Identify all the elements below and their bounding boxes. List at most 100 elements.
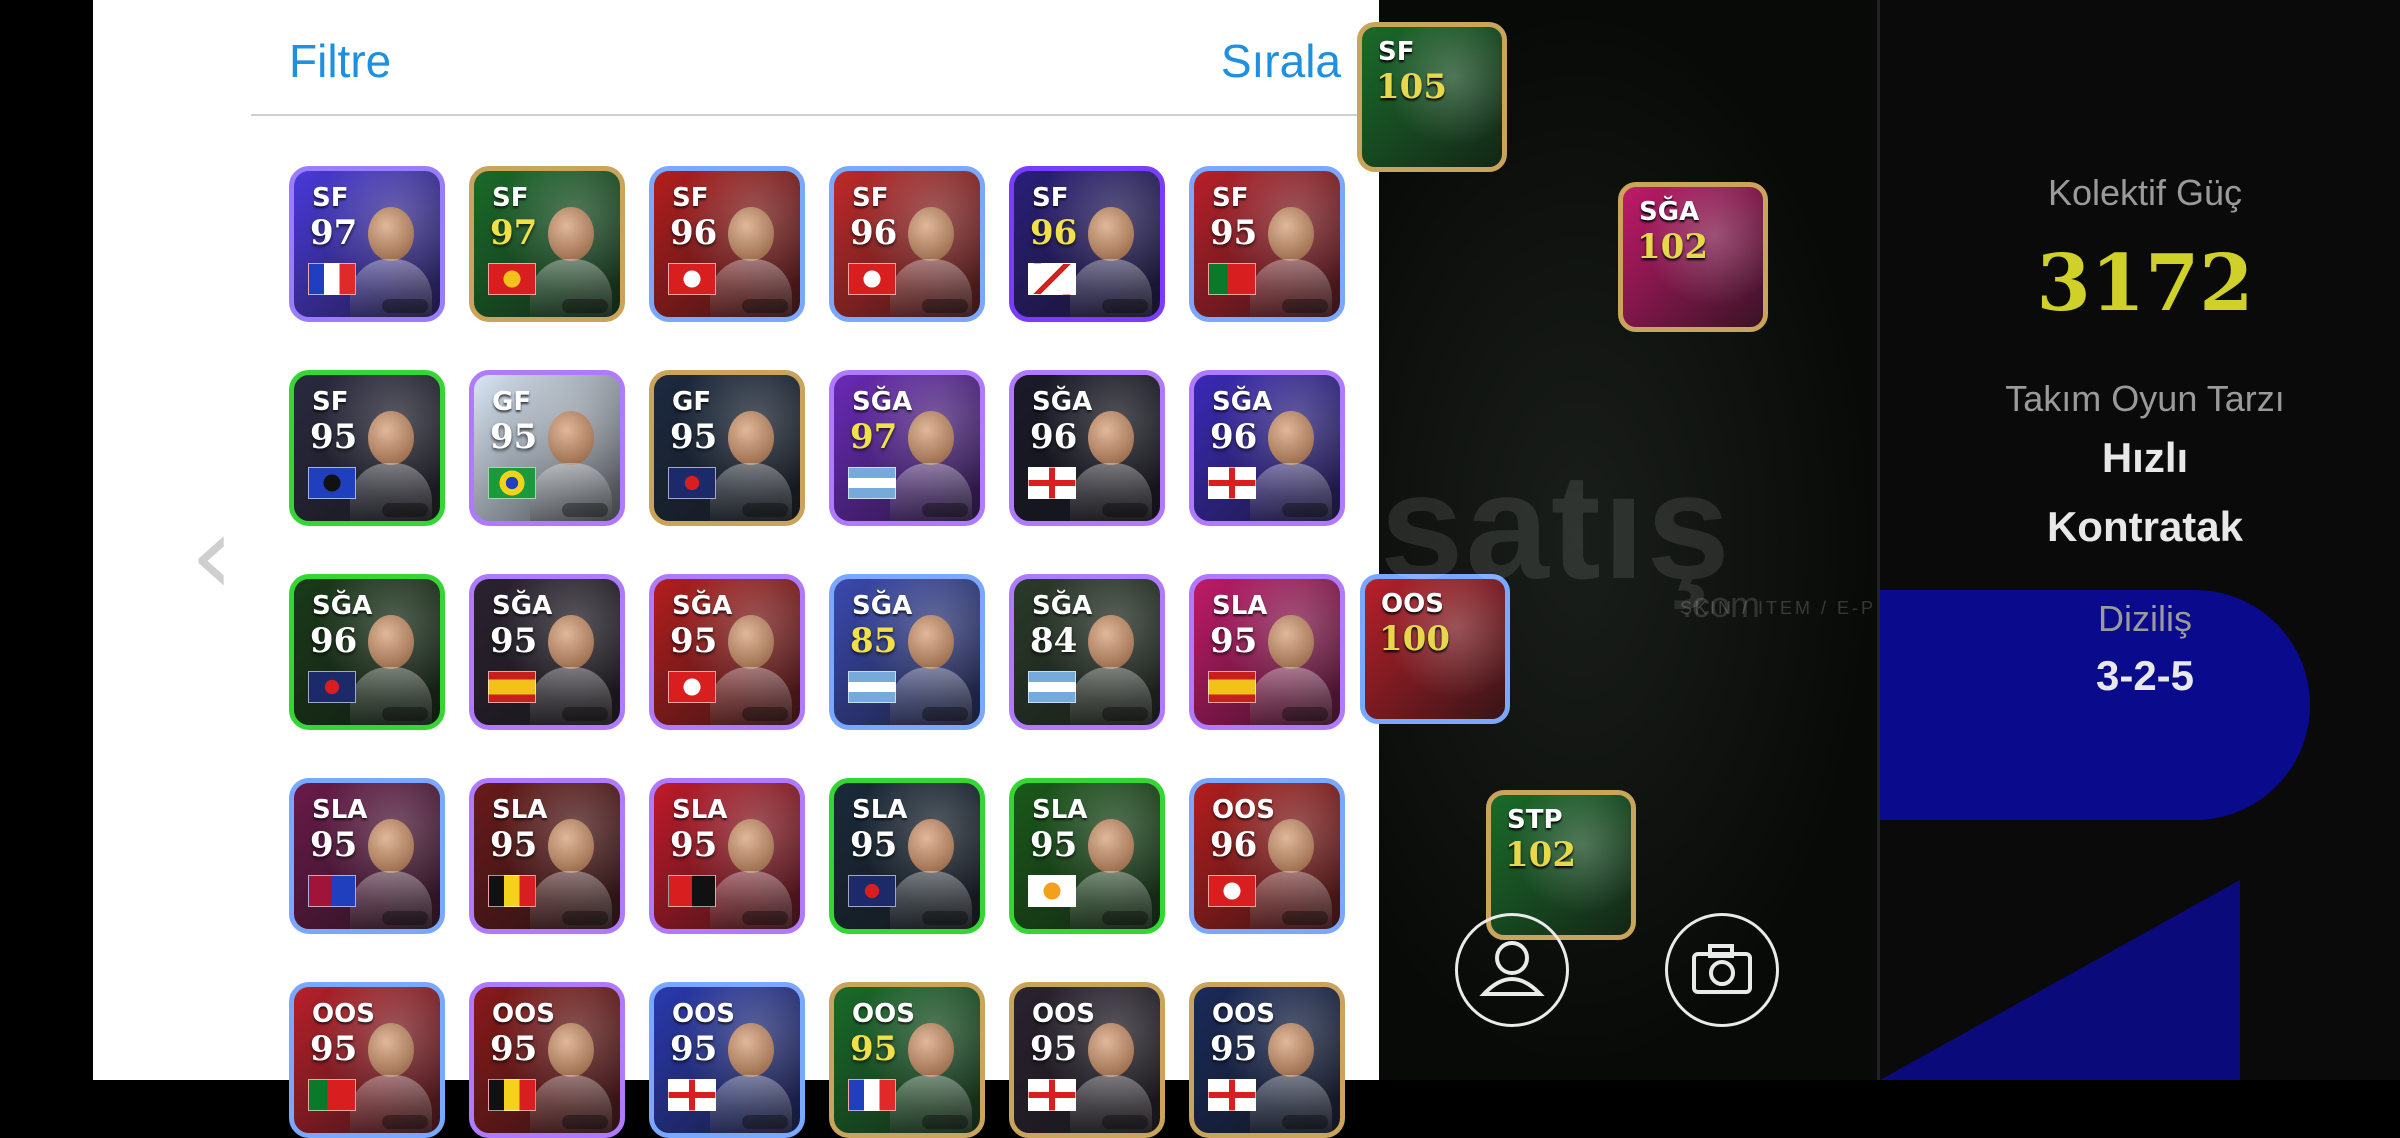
player-card[interactable]: SLA 95 <box>1189 574 1345 730</box>
watermark-logo: satış <box>1380 442 1732 610</box>
card-rating: 95 <box>490 417 538 457</box>
skill-dots <box>1282 503 1328 517</box>
player-card[interactable]: OOS 95 <box>829 982 985 1138</box>
chevron-left-icon[interactable]: ‹ <box>190 500 234 610</box>
card-rating: 95 <box>310 1029 358 1069</box>
flag-icon <box>1208 671 1256 703</box>
flag-icon <box>308 1079 356 1111</box>
skill-dots <box>562 299 608 313</box>
card-rating: 96 <box>1210 417 1258 457</box>
player-card[interactable]: SF 95 <box>1189 166 1345 322</box>
filter-button[interactable]: Filtre <box>289 34 391 88</box>
card-position: SF <box>492 183 529 213</box>
player-card[interactable]: SLA 95 <box>829 778 985 934</box>
flag-icon <box>488 875 536 907</box>
skill-dots <box>382 707 428 721</box>
playstyle-value-1: Hızlı <box>2101 434 2189 481</box>
skill-dots <box>922 707 968 721</box>
card-position: SF <box>312 183 349 213</box>
player-card[interactable]: SĞA 95 <box>469 574 625 730</box>
camera-button[interactable] <box>1665 913 1779 1027</box>
card-position: SĞA <box>312 591 373 621</box>
flag-icon <box>848 875 896 907</box>
flag-icon <box>668 875 716 907</box>
player-card[interactable]: OOS 95 <box>469 982 625 1138</box>
flag-icon <box>488 467 536 499</box>
flag-icon <box>848 467 896 499</box>
player-card[interactable]: SF 96 <box>649 166 805 322</box>
player-card[interactable]: SLA 95 <box>1009 778 1165 934</box>
player-card[interactable]: SF 95 <box>289 370 445 526</box>
card-position: OOS <box>672 999 735 1029</box>
player-card[interactable]: SLA 95 <box>469 778 625 934</box>
skill-dots <box>922 1115 968 1129</box>
card-position: GF <box>672 387 712 417</box>
skill-dots <box>562 707 608 721</box>
card-position: SF <box>672 183 709 213</box>
flag-icon <box>308 875 356 907</box>
card-rating: 84 <box>1030 621 1078 661</box>
player-card[interactable]: SLA 95 <box>649 778 805 934</box>
card-position: SLA <box>492 795 548 825</box>
card-position: SĞA <box>1639 197 1700 227</box>
player-card[interactable]: OOS 95 <box>289 982 445 1138</box>
card-position: OOS <box>312 999 375 1029</box>
flag-icon <box>488 671 536 703</box>
skill-dots <box>742 503 788 517</box>
player-card[interactable]: SF 96 <box>1009 166 1165 322</box>
skill-dots <box>742 299 788 313</box>
flag-icon <box>668 263 716 295</box>
card-rating: 96 <box>310 621 358 661</box>
card-rating: 100 <box>1379 619 1450 659</box>
player-card[interactable]: OOS 95 <box>1009 982 1165 1138</box>
player-card[interactable]: SĞA 97 <box>829 370 985 526</box>
player-card[interactable]: OOS 95 <box>649 982 805 1138</box>
flag-icon <box>308 263 356 295</box>
player-card[interactable]: OOS 95 <box>1189 982 1345 1138</box>
player-card[interactable]: OOS 96 <box>1189 778 1345 934</box>
card-rating: 102 <box>1505 835 1576 875</box>
sort-button[interactable]: Sırala <box>1221 34 1341 88</box>
player-card[interactable]: SĞA 96 <box>1189 370 1345 526</box>
card-rating: 95 <box>490 825 538 865</box>
card-rating: 96 <box>1210 825 1258 865</box>
flag-icon <box>488 263 536 295</box>
player-card[interactable]: SF 97 <box>469 166 625 322</box>
player-card[interactable]: SF 96 <box>829 166 985 322</box>
player-card[interactable]: GF 95 <box>469 370 625 526</box>
player-card[interactable]: SF 97 <box>289 166 445 322</box>
player-card[interactable]: SĞA 95 <box>649 574 805 730</box>
player-card[interactable]: SLA 95 <box>289 778 445 934</box>
playstyle-value-2: Kontratak <box>2046 503 2244 550</box>
squad-player-card[interactable]: SF 105 <box>1357 22 1507 172</box>
player-card[interactable]: SĞA 84 <box>1009 574 1165 730</box>
player-card[interactable]: SĞA 85 <box>829 574 985 730</box>
skill-dots <box>1102 299 1148 313</box>
card-rating: 105 <box>1376 67 1447 107</box>
skill-dots <box>382 503 428 517</box>
skill-dots <box>1102 707 1148 721</box>
card-position: SF <box>1032 183 1069 213</box>
squad-player-card[interactable]: SĞA 102 <box>1618 182 1768 332</box>
skill-dots <box>922 911 968 925</box>
collective-power-value: 3172 <box>2036 238 2254 329</box>
player-card[interactable]: SĞA 96 <box>1009 370 1165 526</box>
card-position: OOS <box>1212 795 1275 825</box>
skill-dots <box>1102 1115 1148 1129</box>
flag-icon <box>1028 1079 1076 1111</box>
formation-value: 3-2-5 <box>2095 652 2195 699</box>
flag-icon <box>668 467 716 499</box>
player-card[interactable]: SĞA 96 <box>289 574 445 730</box>
left-black-bar <box>0 0 93 1080</box>
skill-dots <box>562 503 608 517</box>
flag-icon <box>1028 263 1076 295</box>
player-card[interactable]: GF 95 <box>649 370 805 526</box>
flag-icon <box>488 1079 536 1111</box>
card-position: SĞA <box>1032 591 1093 621</box>
card-rating: 96 <box>1030 417 1078 457</box>
profile-button[interactable] <box>1455 913 1569 1027</box>
flag-icon <box>308 671 356 703</box>
card-position: SF <box>1378 37 1415 67</box>
flag-icon <box>848 1079 896 1111</box>
card-rating: 95 <box>1210 213 1258 253</box>
